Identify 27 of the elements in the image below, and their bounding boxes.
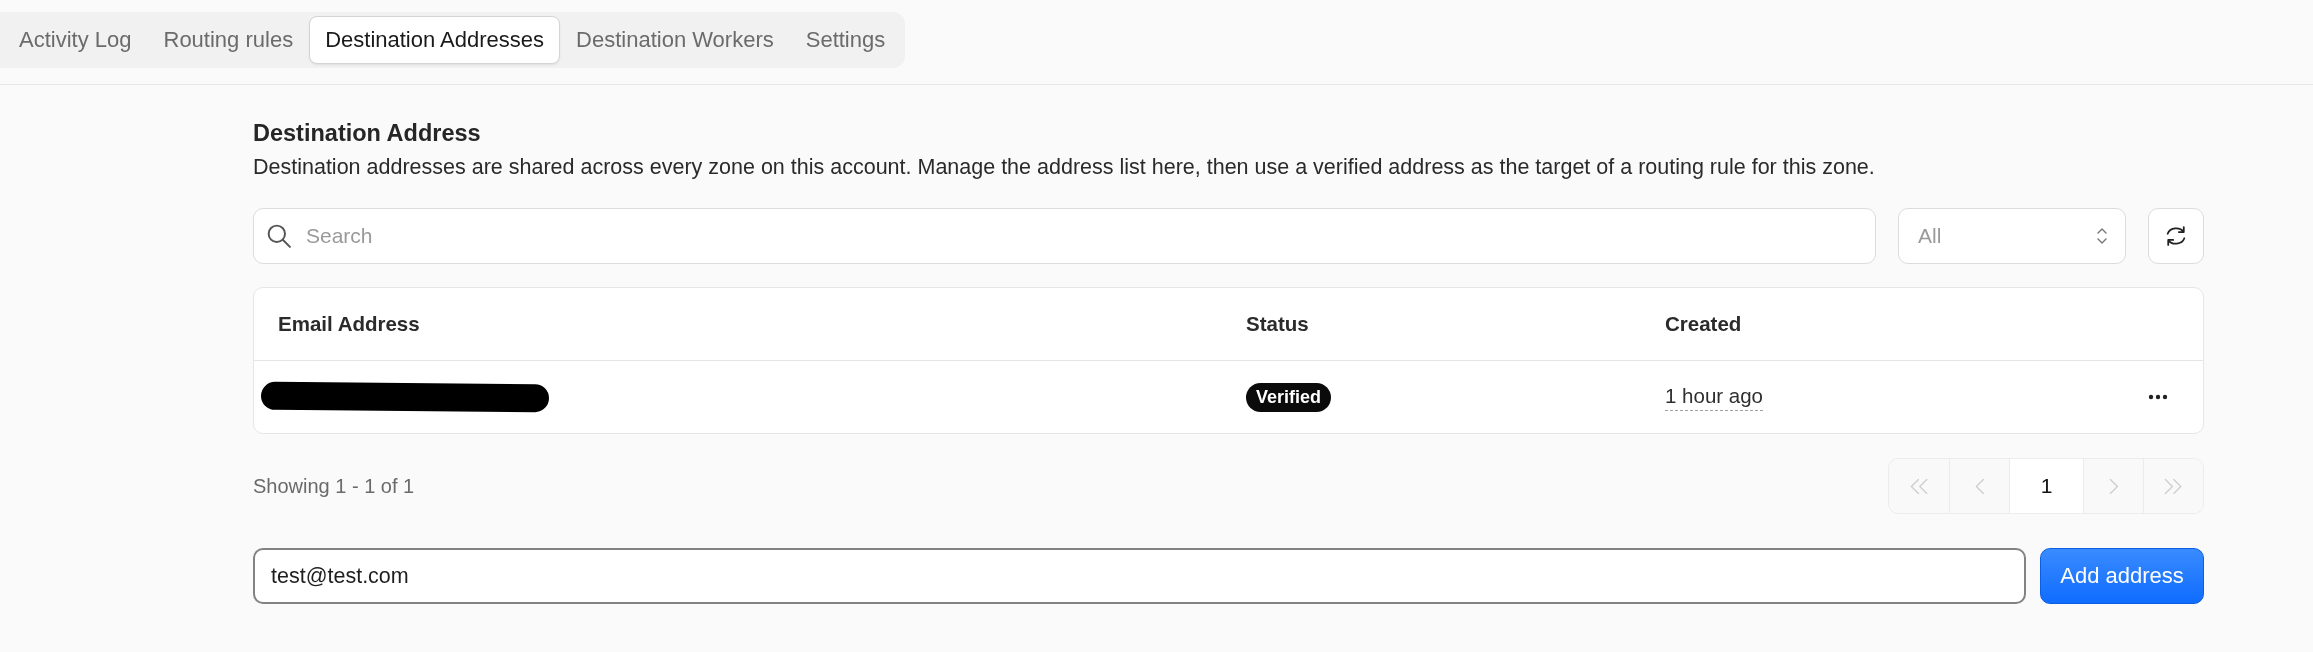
tab[interactable]: Activity Log — [3, 16, 148, 64]
double-chevron-left-icon — [1909, 477, 1929, 495]
up-down-chevron-icon — [2097, 228, 2107, 244]
page-button[interactable]: 1 — [2009, 459, 2083, 513]
search-field[interactable]: Search — [253, 208, 1876, 264]
chevron-right-icon — [2108, 477, 2119, 495]
address-input[interactable]: test@test.com — [253, 548, 2026, 604]
tab[interactable]: Destination Addresses — [309, 16, 561, 64]
refresh-button[interactable] — [2148, 208, 2204, 264]
tab[interactable]: Settings — [789, 16, 902, 64]
add-address-button[interactable]: Add address — [2040, 548, 2204, 604]
search-icon — [267, 224, 291, 248]
column-header: Status — [1245, 312, 1310, 336]
column-header: Email Address — [277, 312, 421, 336]
tab[interactable]: Routing rules — [147, 16, 310, 64]
refresh-icon — [2166, 226, 2186, 246]
status-filter-select[interactable]: All — [1898, 208, 2126, 264]
created-time: 1 hour ago — [1665, 383, 1764, 411]
column-header: Created — [1664, 312, 1743, 336]
results-summary: Showing 1 - 1 of 1 — [253, 474, 415, 498]
tab[interactable]: Destination Workers — [560, 16, 790, 64]
chevron-left-icon — [1974, 477, 1985, 495]
section-description: Destination addresses are shared across every zone on this account. Manage the address list here, then use a verified address as the target of a routing rule for this zone. — [253, 155, 1876, 180]
status-badge: Verified — [1246, 382, 1332, 412]
double-chevron-right-icon — [2164, 477, 2183, 495]
ellipsis-icon — [2148, 394, 2168, 400]
section-title: Destination Address — [253, 119, 482, 147]
